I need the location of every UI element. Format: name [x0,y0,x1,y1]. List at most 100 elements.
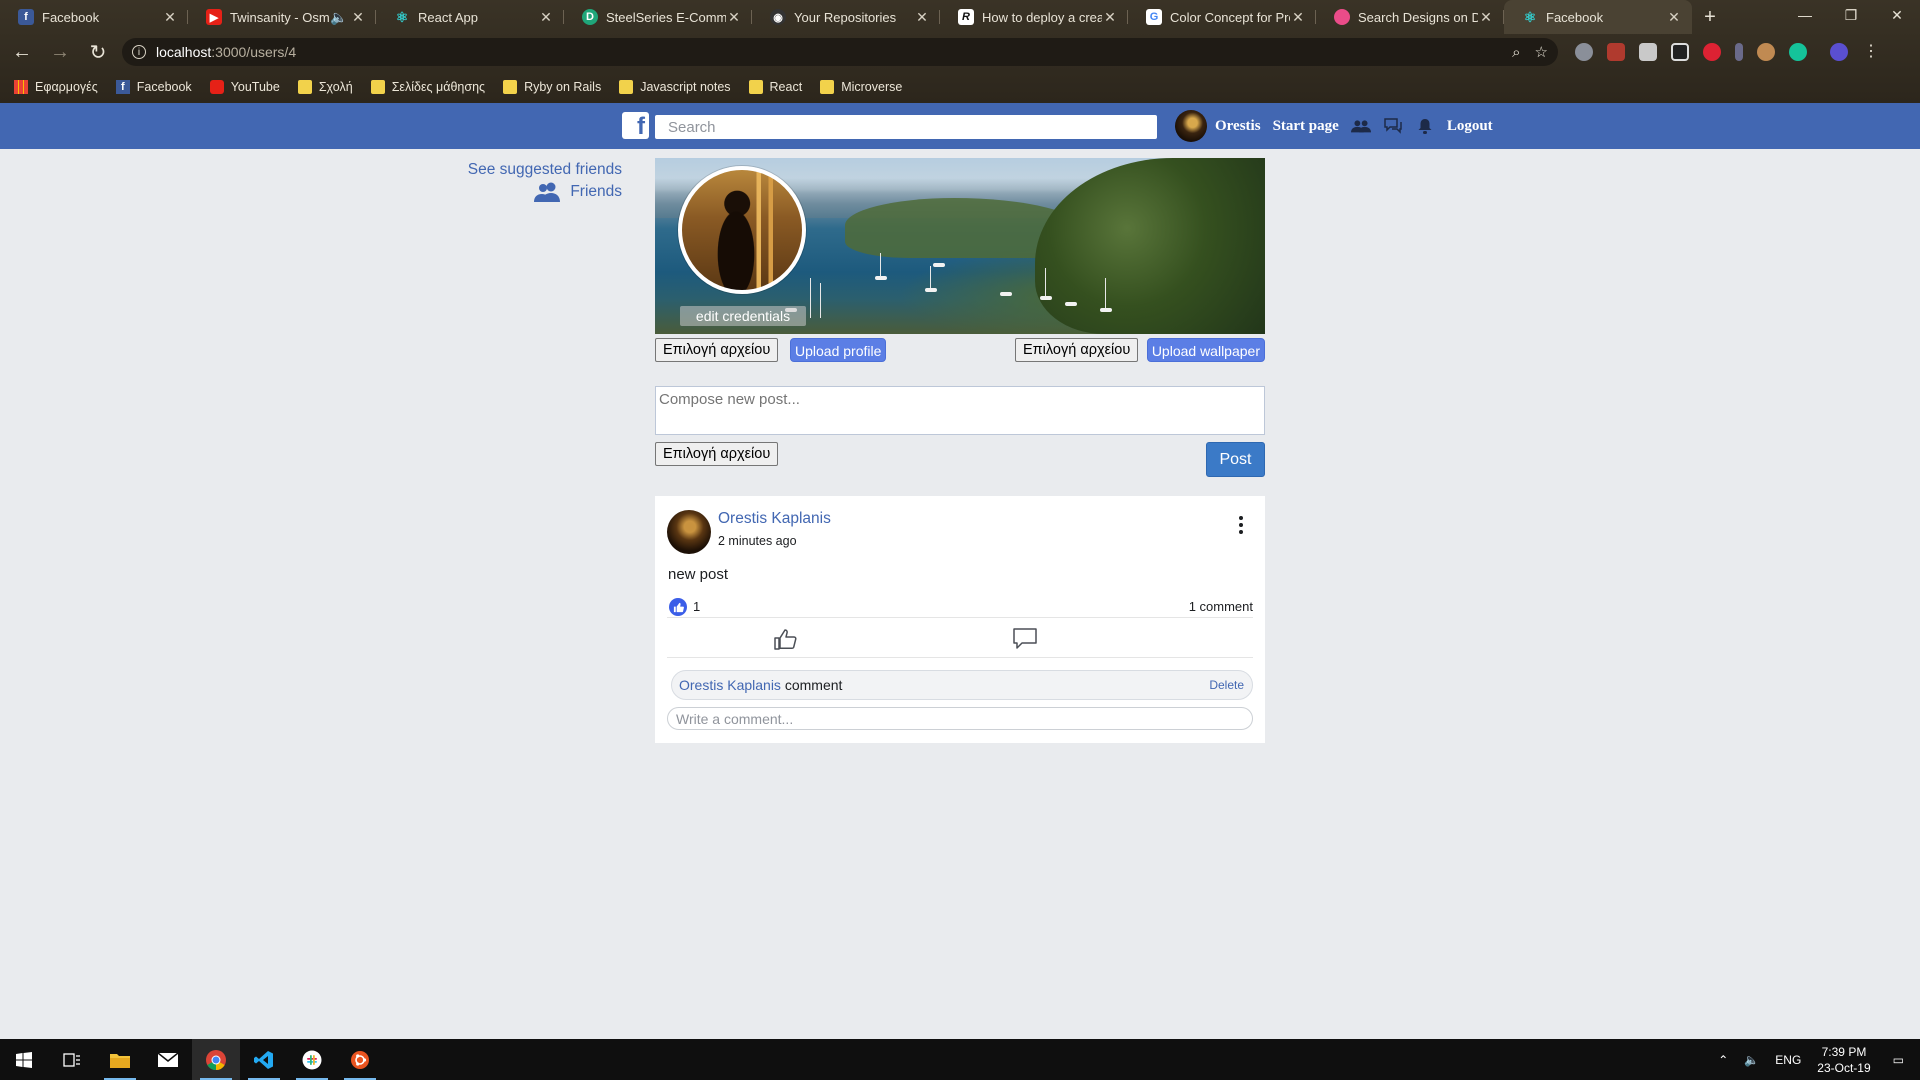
extension-icon[interactable] [1575,43,1593,61]
friend-requests-icon[interactable] [1350,117,1371,135]
info-icon[interactable]: i [132,45,146,59]
avatar[interactable] [667,510,711,554]
cookie-extension-icon[interactable] [1757,43,1775,61]
ubuntu-icon[interactable] [336,1039,384,1080]
tab-repositories[interactable]: ◉ Your Repositories ✕ [752,0,940,34]
delete-comment-button[interactable]: Delete [1209,671,1244,699]
compose-post-input[interactable] [655,386,1265,435]
profile-icon[interactable] [1830,43,1848,61]
tab-deploy[interactable]: R How to deploy a create ✕ [940,0,1128,34]
zoom-icon[interactable]: ⌕ [1512,44,1520,61]
slack-icon[interactable] [288,1039,336,1080]
edit-credentials-button[interactable]: edit credentials [680,306,806,326]
restore-icon[interactable]: ❐ [1828,0,1874,30]
chevron-up-icon[interactable]: ⌃ [1718,1053,1728,1067]
choose-wallpaper-file-button[interactable]: Επιλογή αρχείου [1015,338,1139,362]
close-icon[interactable]: ✕ [1666,9,1682,26]
close-icon[interactable]: ✕ [914,9,930,26]
bookmark-folder[interactable]: Σχολή [297,80,353,94]
comment-count[interactable]: 1 comment [1189,599,1253,614]
tab-title: Twinsanity - Osmo [230,9,330,25]
tab-color-concept[interactable]: G Color Concept for Prof ✕ [1128,0,1316,34]
bookmark-folder[interactable]: React [748,80,802,94]
tab-steelseries[interactable]: D SteelSeries E-Commerce ✕ [564,0,752,34]
bookmark-folder[interactable]: Javascript notes [619,80,731,94]
start-page-link[interactable]: Start page [1273,118,1339,135]
friends-link[interactable]: Friends [468,181,622,203]
notifications-icon[interactable] [1415,117,1435,135]
youtube-icon: ▶ [206,9,222,25]
tab-facebook-active[interactable]: ⚛ Facebook ✕ [1504,0,1692,34]
cube-extension-icon[interactable] [1639,43,1657,61]
task-view-icon[interactable] [48,1039,96,1080]
header-nav: Orestis Start page Logout [1175,109,1505,143]
back-icon[interactable]: ← [6,36,38,68]
grammarly-icon[interactable] [1789,43,1807,61]
choose-profile-file-button[interactable]: Επιλογή αρχείου [655,338,779,362]
messages-icon[interactable] [1383,117,1403,135]
language-indicator[interactable]: ENG [1775,1053,1801,1067]
boat [1100,308,1112,312]
close-window-icon[interactable]: ✕ [1874,0,1920,30]
vscode-icon[interactable] [240,1039,288,1080]
post-author[interactable]: Orestis Kaplanis [718,510,831,528]
close-icon[interactable]: ✕ [1290,9,1306,26]
chrome-icon[interactable] [192,1039,240,1080]
clock[interactable]: 7:39 PM 23-Oct-19 [1817,1044,1870,1076]
tab-youtube[interactable]: ▶ Twinsanity - Osmo 🔈 ✕ [188,0,376,34]
volume-icon[interactable]: 🔈 [1744,1053,1759,1067]
minimize-icon[interactable]: — [1782,0,1828,30]
profile-picture [678,166,806,294]
like-count[interactable]: 1 [693,599,700,614]
notifications-center-icon[interactable]: ▭ [1893,1053,1904,1067]
new-tab-button[interactable]: + [1692,0,1728,34]
bookmark-youtube[interactable]: YouTube [209,80,280,94]
post-button[interactable]: Post [1206,442,1265,477]
star-icon[interactable]: ☆ [1535,43,1548,61]
upload-profile-button[interactable]: Upload profile [790,338,887,362]
more-options-icon[interactable] [1239,516,1243,534]
ink-extension-icon[interactable] [1735,43,1743,61]
write-comment-input[interactable] [667,707,1253,730]
logout-link[interactable]: Logout [1447,118,1493,135]
friends-label: Friends [570,183,622,200]
comment-author[interactable]: Orestis Kaplanis [679,677,781,693]
post-stats: 1 1 comment [667,596,1253,618]
suggested-friends-link[interactable]: See suggested friends [468,159,622,181]
close-icon[interactable]: ✕ [1102,9,1118,26]
forward-icon[interactable]: → [44,36,76,68]
menu-icon[interactable]: ⋮ [1862,43,1880,61]
pdf-extension-icon[interactable] [1607,43,1625,61]
bookmark-folder[interactable]: Microverse [820,80,902,94]
bookmark-apps[interactable]: Εφαρμογές [14,80,98,94]
close-icon[interactable]: ✕ [1478,9,1494,26]
address-bar[interactable]: i localhost:3000/users/4 ⌕ ☆ [122,38,1558,66]
upload-wallpaper-button[interactable]: Upload wallpaper [1146,338,1265,362]
close-icon[interactable]: ✕ [726,9,742,26]
tab-dribbble[interactable]: Search Designs on Dribbble ✕ [1316,0,1504,34]
folder-icon [503,80,518,94]
avatar[interactable] [1175,110,1207,142]
close-icon[interactable]: ✕ [538,9,554,26]
reload-icon[interactable]: ↻ [82,36,114,68]
facebook-logo-icon[interactable]: f [622,112,649,139]
bookmark-folder[interactable]: Σελίδες μάθησης [370,80,485,94]
tab-react-app[interactable]: ⚛ React App ✕ [376,0,564,34]
bookmark-facebook[interactable]: f Facebook [115,80,192,94]
site-header: f Orestis Start page Logout [0,103,1920,149]
block-extension-icon[interactable] [1703,43,1721,61]
close-icon[interactable]: ✕ [162,9,178,26]
file-explorer-icon[interactable] [96,1039,144,1080]
mail-icon[interactable] [144,1039,192,1080]
windows-start-icon[interactable] [0,1039,48,1080]
close-icon[interactable]: ✕ [350,9,366,26]
video-extension-icon[interactable] [1671,43,1689,61]
tab-facebook[interactable]: f Facebook ✕ [0,0,188,34]
choose-post-file-button[interactable]: Επιλογή αρχείου [655,442,779,466]
search-input[interactable] [655,115,1157,139]
profile-link[interactable]: Orestis [1215,118,1261,135]
bookmark-folder[interactable]: Ryby on Rails [503,80,601,94]
thumbs-up-icon[interactable] [771,624,801,654]
speaker-icon[interactable]: 🔈 [330,9,347,26]
comment-icon[interactable] [1010,624,1040,654]
